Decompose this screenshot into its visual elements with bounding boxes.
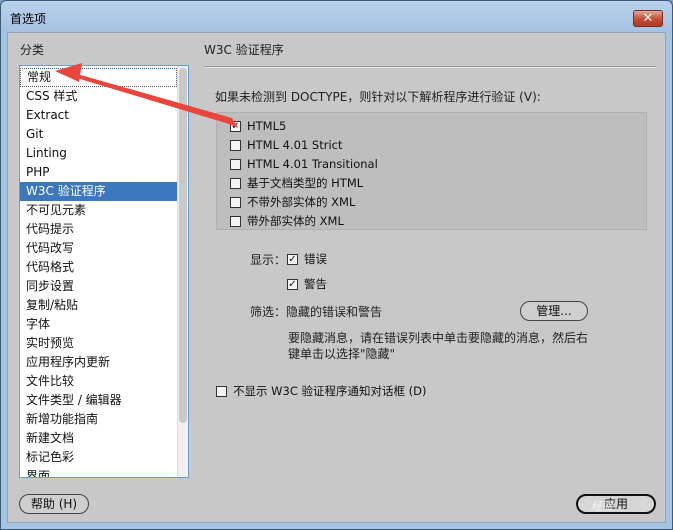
category-item[interactable]: 实时预览 (20, 334, 177, 353)
preferences-window: 首选项 ✕ 分类 常规 CSS 样式 Extract Git Linting PHP W3C… (0, 0, 673, 530)
doctype-checkbox[interactable] (230, 158, 241, 170)
category-item[interactable]: Extract (20, 106, 177, 125)
category-item[interactable]: 文件比较 (20, 372, 177, 391)
doctype-option-label: 基于文档类型的 HTML (247, 176, 364, 190)
category-item[interactable]: 复制/粘贴 (20, 296, 177, 315)
section-title: W3C 验证程序 (204, 43, 284, 57)
category-item[interactable]: Git (20, 125, 177, 144)
doctype-option-label: HTML 4.01 Transitional (247, 157, 378, 171)
doctype-option-label: HTML 4.01 Strict (247, 138, 343, 152)
category-items: 常规 CSS 样式 Extract Git Linting PHP W3C 验证程序 不可见元… (20, 68, 177, 477)
category-item[interactable]: Linting (20, 144, 177, 163)
section-divider (204, 66, 656, 68)
doctype-option[interactable]: ✓ HTML5 (230, 117, 286, 135)
doctype-checkbox[interactable] (230, 196, 241, 208)
category-item[interactable]: W3C 验证程序 (20, 182, 177, 201)
category-item[interactable]: 字体 (20, 315, 177, 334)
category-item[interactable]: 新增功能指南 (20, 410, 177, 429)
dialog-body: 分类 常规 CSS 样式 Extract Git Linting PHP W3C 验证程序不… (7, 32, 666, 523)
no-dialog-label: 不显示 W3C 验证程序通知对话框 (D) (233, 384, 427, 398)
category-item[interactable]: 代码改写 (20, 239, 177, 258)
category-scrollbar[interactable] (177, 66, 188, 477)
doctype-checkbox[interactable] (230, 177, 241, 189)
filter-value: 隐藏的错误和警告 (286, 305, 383, 319)
doctype-options-box: ✓ HTML5 HTML 4.01 Strict HTML 4.01 Transiti… (216, 112, 647, 230)
manage-button[interactable]: 管理... (520, 301, 588, 321)
category-item[interactable]: 文件类型 / 编辑器 (20, 391, 177, 410)
scrollbar-thumb[interactable] (179, 68, 187, 423)
close-icon: ✕ (642, 11, 654, 26)
category-header: 分类 (20, 43, 45, 57)
category-item[interactable]: PHP (20, 163, 177, 182)
no-dialog-option[interactable]: 不显示 W3C 验证程序通知对话框 (D) (216, 383, 427, 399)
category-item[interactable]: 不可见元素 (20, 201, 177, 220)
doctype-checkbox[interactable] (230, 139, 241, 151)
category-item[interactable]: 同步设置 (20, 277, 177, 296)
doctype-checkbox[interactable]: ✓ (230, 120, 241, 132)
apply-button[interactable]: 应用 (576, 494, 656, 514)
close-button[interactable]: ✕ (633, 10, 663, 27)
window-title: 首选项 (10, 12, 47, 26)
watermark: 经验 (591, 500, 613, 513)
display-label: 显示： (250, 253, 287, 267)
category-list[interactable]: 常规 CSS 样式 Extract Git Linting PHP W3C 验证程序 不可见元… (19, 65, 189, 478)
display-warnings-option[interactable]: ✓ 警告 (287, 276, 327, 292)
category-item[interactable]: 新建文档 (20, 429, 177, 448)
display-errors-option[interactable]: ✓ 错误 (287, 251, 327, 267)
category-item[interactable]: 界面 (20, 467, 177, 477)
doctype-option[interactable]: HTML 4.01 Transitional (230, 155, 378, 173)
doctype-option[interactable]: 带外部实体的 XML (230, 212, 344, 230)
category-item[interactable]: 标记色彩 (20, 448, 177, 467)
hint-text: 要隐藏消息，请在错误列表中单击要隐藏的消息，然后右键单击以选择"隐藏" (288, 331, 589, 361)
doctype-option[interactable]: HTML 4.01 Strict (230, 136, 342, 154)
doctype-prompt: 如果未检测到 DOCTYPE，则针对以下解析程序进行验证 (V): (215, 90, 541, 104)
help-button[interactable]: 帮助 (H) (19, 494, 89, 514)
filter-label: 筛选： (250, 305, 287, 319)
errors-label: 错误 (304, 252, 327, 266)
title-bar[interactable]: 首选项 ✕ (1, 1, 672, 33)
warnings-label: 警告 (304, 277, 327, 291)
category-item[interactable]: CSS 样式 (20, 87, 177, 106)
category-item[interactable]: 代码提示 (20, 220, 177, 239)
doctype-option[interactable]: 基于文档类型的 HTML (230, 174, 363, 192)
doctype-option[interactable]: 不带外部实体的 XML (230, 193, 355, 211)
warnings-checkbox[interactable]: ✓ (287, 278, 298, 290)
errors-checkbox[interactable]: ✓ (287, 253, 298, 265)
no-dialog-checkbox[interactable] (216, 385, 227, 397)
doctype-option-label: 带外部实体的 XML (247, 214, 344, 228)
doctype-option-label: 不带外部实体的 XML (247, 195, 356, 209)
doctype-checkbox[interactable] (230, 215, 241, 227)
doctype-option-label: HTML5 (247, 119, 287, 133)
category-item[interactable]: 常规 (20, 68, 177, 87)
category-item[interactable]: 应用程序内更新 (20, 353, 177, 372)
category-item[interactable]: 代码格式 (20, 258, 177, 277)
